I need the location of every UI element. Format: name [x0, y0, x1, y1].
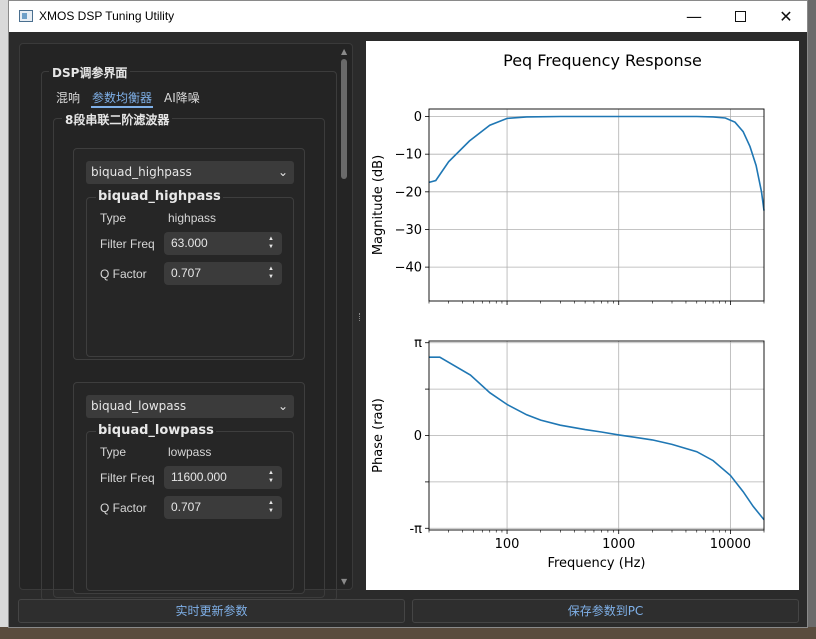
y-tick-label: π — [414, 336, 422, 351]
close-icon: ✕ — [779, 7, 793, 26]
filter-type-dropdown[interactable]: biquad_highpass ⌄ — [86, 161, 294, 184]
x-axis-label: Frequency (Hz) — [547, 556, 645, 571]
y-axis-label: Phase (rad) — [371, 398, 386, 473]
app-window: XMOS DSP Tuning Utility — ✕ ▲ ▼ DSP调参界面 … — [8, 0, 808, 628]
tab-ai-denoise[interactable]: AI降噪 — [163, 90, 201, 108]
y-tick-label: −10 — [395, 148, 422, 163]
chevron-down-icon: ⌄ — [277, 165, 288, 179]
filter-params-title: biquad_lowpass — [96, 423, 216, 438]
maximize-button[interactable] — [717, 1, 763, 32]
type-value: lowpass — [168, 445, 212, 459]
up-down-arrows-icon[interactable]: ▲ ▼ — [267, 265, 275, 281]
q-factor-value: 0.707 — [171, 266, 202, 280]
type-label: Type — [100, 211, 127, 225]
save-params-button[interactable]: 保存参数到PC — [412, 599, 799, 623]
maximize-icon — [734, 11, 746, 22]
filter-freq-label: Filter Freq — [100, 237, 155, 251]
scroll-up-arrow-icon[interactable]: ▲ — [341, 47, 347, 56]
type-label: Type — [100, 445, 127, 459]
close-button[interactable]: ✕ — [763, 1, 807, 32]
desktop-background — [0, 0, 8, 639]
tab-parametric-eq[interactable]: 参数均衡器 — [91, 90, 154, 108]
y-tick-label: −20 — [395, 185, 422, 200]
biquad-chain-title: 8段串联二阶滤波器 — [62, 111, 173, 128]
q-factor-spinbox[interactable]: 0.707 ▲ ▼ — [164, 496, 282, 519]
series-line — [428, 115, 765, 211]
filter-freq-spinbox[interactable]: 11600.000 ▲ ▼ — [164, 466, 282, 489]
y-axis-label: Magnitude (dB) — [371, 155, 386, 255]
x-tick-label: 10000 — [710, 537, 751, 552]
series-line — [429, 356, 765, 521]
type-value: highpass — [168, 211, 217, 225]
desktop-background-bottom — [0, 627, 816, 639]
q-factor-label: Q Factor — [100, 501, 147, 515]
up-down-arrows-icon[interactable]: ▲ ▼ — [267, 499, 275, 515]
chevron-down-icon: ⌄ — [277, 399, 288, 413]
y-tick-label: -π — [409, 522, 422, 537]
title-bar[interactable]: XMOS DSP Tuning Utility — ✕ — [9, 1, 807, 32]
filter-freq-value: 63.000 — [171, 236, 208, 250]
chart-title: Peq Frequency Response — [503, 51, 702, 70]
y-tick-label: −40 — [395, 261, 422, 276]
filter-params-title: biquad_highpass — [96, 189, 223, 204]
dropdown-value: biquad_lowpass — [91, 399, 187, 413]
splitter-handle[interactable] — [359, 313, 362, 321]
x-tick-label: 1000 — [602, 537, 635, 552]
filter-freq-spinbox[interactable]: 63.000 ▲ ▼ — [164, 232, 282, 255]
axes-frame — [428, 108, 765, 302]
plot-canvas: 0 −10 −20 −30 −40 Peq Frequency Response Magni… — [371, 51, 765, 571]
up-down-arrows-icon[interactable]: ▲ ▼ — [267, 469, 275, 485]
dsp-group-title: DSP调参界面 — [49, 64, 131, 81]
up-down-arrows-icon[interactable]: ▲ ▼ — [267, 235, 275, 251]
vertical-scrollbar[interactable]: ▲ ▼ — [340, 47, 350, 587]
filter-freq-label: Filter Freq — [100, 471, 155, 485]
y-tick-label: 0 — [414, 110, 422, 125]
tab-bar: 混响 参数均衡器 AI降噪 — [55, 90, 201, 110]
scrollbar-thumb[interactable] — [341, 59, 347, 179]
window-title: XMOS DSP Tuning Utility — [39, 9, 175, 23]
y-tick-label: 0 — [414, 429, 422, 444]
x-tick-label: 100 — [495, 537, 520, 552]
minimize-icon: — — [686, 7, 702, 26]
y-tick-label: −30 — [395, 223, 422, 238]
filter-freq-value: 11600.000 — [171, 470, 227, 484]
frequency-response-plot: 0 −10 −20 −30 −40 Peq Frequency Response Magni… — [366, 41, 799, 590]
realtime-update-button[interactable]: 实时更新参数 — [18, 599, 405, 623]
q-factor-value: 0.707 — [171, 500, 202, 514]
filter-card-2: biquad_lowpass ⌄ biquad_lowpass Type low… — [73, 382, 305, 594]
filter-card-1: biquad_highpass ⌄ biquad_highpass Type h… — [73, 148, 305, 360]
dropdown-value: biquad_highpass — [91, 165, 192, 179]
q-factor-label: Q Factor — [100, 267, 147, 281]
filter-type-dropdown[interactable]: biquad_lowpass ⌄ — [86, 395, 294, 418]
app-icon — [19, 10, 33, 22]
scroll-down-arrow-icon[interactable]: ▼ — [341, 577, 347, 586]
tab-reverb[interactable]: 混响 — [55, 90, 81, 108]
q-factor-spinbox[interactable]: 0.707 ▲ ▼ — [164, 262, 282, 285]
minimize-button[interactable]: — — [671, 1, 717, 32]
